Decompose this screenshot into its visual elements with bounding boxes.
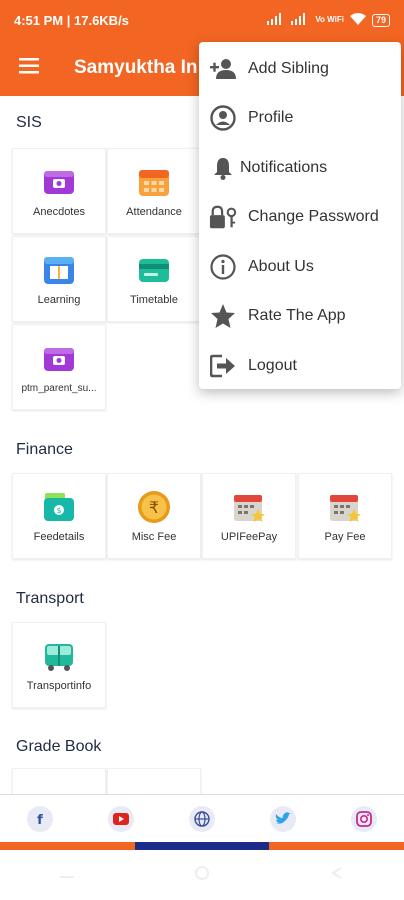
section-title-finance: Finance <box>16 441 73 458</box>
signal-icon-2 <box>291 12 309 28</box>
wallet-purple-icon <box>41 164 77 200</box>
money-green-icon: $ <box>41 489 77 525</box>
battery-indicator: 79 <box>371 13 390 27</box>
status-bar: 4:51 PM | 17.6KB/s Vo WiFi 79 <box>0 0 404 40</box>
tile-label: Feedetails <box>33 531 85 543</box>
menu-item-about-us[interactable]: About Us <box>199 242 401 292</box>
star-icon <box>209 302 237 330</box>
twitter-icon[interactable] <box>269 806 296 832</box>
bell-icon <box>209 154 237 182</box>
menu-item-label: Profile <box>248 109 294 127</box>
section-title-sis: SIS <box>16 114 42 131</box>
rupee-coin-icon: ₹ <box>136 489 172 525</box>
menu-item-label: About Us <box>248 257 314 275</box>
signal-icon <box>267 12 285 28</box>
tile-grade-book-1[interactable] <box>12 768 106 794</box>
section-title-transport: Transport <box>16 590 84 607</box>
menu-item-notifications[interactable]: Notifications <box>199 143 401 193</box>
tile-label: ptm_parent_su... <box>21 382 97 394</box>
add-person-icon <box>209 55 237 83</box>
tile-upifeepay[interactable]: UPIFeePay <box>202 473 296 559</box>
menu-item-profile[interactable]: Profile <box>199 94 401 144</box>
wallet-purple-icon <box>41 341 77 377</box>
system-navigation-bar <box>0 850 404 900</box>
tile-pay-fee[interactable]: Pay Fee <box>298 473 392 559</box>
menu-item-label: Notifications <box>240 158 328 176</box>
tile-anecdotes[interactable]: Anecdotes <box>12 148 106 234</box>
overflow-menu: Add Sibling Profile Notifications Change… <box>199 42 401 389</box>
home-icon[interactable] <box>194 865 210 886</box>
menu-item-label: Add Sibling <box>248 59 329 77</box>
svg-text:₹: ₹ <box>149 498 159 517</box>
instagram-icon[interactable] <box>350 806 377 832</box>
footer-stripe-blue <box>135 842 269 850</box>
menu-item-logout[interactable]: Logout <box>199 341 401 391</box>
tile-learning[interactable]: Learning <box>12 236 106 322</box>
tile-feedetails[interactable]: $ Feedetails <box>12 473 106 559</box>
tile-label: Transportinfo <box>26 680 92 692</box>
hamburger-icon <box>19 57 39 79</box>
section-title-grade-book: Grade Book <box>16 738 102 755</box>
menu-item-add-sibling[interactable]: Add Sibling <box>199 44 401 94</box>
svg-text:f: f <box>38 813 44 826</box>
calendar-star-icon <box>231 489 267 525</box>
wifi-icon <box>349 12 366 28</box>
tile-label: Misc Fee <box>131 531 177 543</box>
tile-label: Attendance <box>126 206 182 218</box>
tile-transportinfo[interactable]: Transportinfo <box>12 622 106 708</box>
tile-label: Timetable <box>130 294 178 306</box>
footer-stripe-orange <box>0 842 135 850</box>
calendar-star-icon <box>327 489 363 525</box>
footer-stripe-orange-2 <box>269 842 404 850</box>
facebook-icon[interactable]: f <box>27 806 54 832</box>
menu-item-label: Logout <box>248 356 297 374</box>
tile-attendance[interactable]: Attendance <box>107 148 201 234</box>
tile-misc-fee[interactable]: ₹ Misc Fee <box>107 473 201 559</box>
status-time-speed: 4:51 PM | 17.6KB/s <box>14 12 129 28</box>
app-title: Samyuktha In <box>74 57 198 78</box>
social-links-bar: f <box>0 794 404 843</box>
tile-timetable[interactable]: Timetable <box>107 236 201 322</box>
svg-text:$: $ <box>56 506 61 515</box>
tile-ptm-parent-survey[interactable]: ptm_parent_su... <box>12 324 106 410</box>
bus-icon <box>41 638 77 674</box>
profile-icon <box>209 104 237 132</box>
info-icon <box>209 253 237 281</box>
tile-label: UPIFeePay <box>220 531 278 543</box>
book-blue-icon <box>41 252 77 288</box>
globe-icon[interactable] <box>188 806 215 832</box>
menu-item-label: Rate The App <box>248 307 346 325</box>
lock-key-icon <box>209 203 237 231</box>
back-icon[interactable] <box>329 865 345 886</box>
tile-grade-book-2[interactable] <box>107 768 201 794</box>
status-icons: Vo WiFi 79 <box>267 12 390 28</box>
hamburger-menu-button[interactable] <box>0 40 58 96</box>
recent-apps-icon[interactable] <box>59 866 75 884</box>
youtube-icon[interactable] <box>108 806 135 832</box>
menu-item-label: Change Password <box>248 208 379 226</box>
calendar-orange-icon <box>136 164 172 200</box>
menu-item-rate-the-app[interactable]: Rate The App <box>199 292 401 342</box>
logout-icon <box>209 352 237 380</box>
tile-label: Anecdotes <box>33 206 85 218</box>
tile-label: Learning <box>37 294 81 306</box>
card-green-icon <box>136 252 172 288</box>
tile-label: Pay Fee <box>324 531 366 543</box>
vowifi-label: Vo WiFi <box>315 15 344 24</box>
menu-item-change-password[interactable]: Change Password <box>199 193 401 243</box>
